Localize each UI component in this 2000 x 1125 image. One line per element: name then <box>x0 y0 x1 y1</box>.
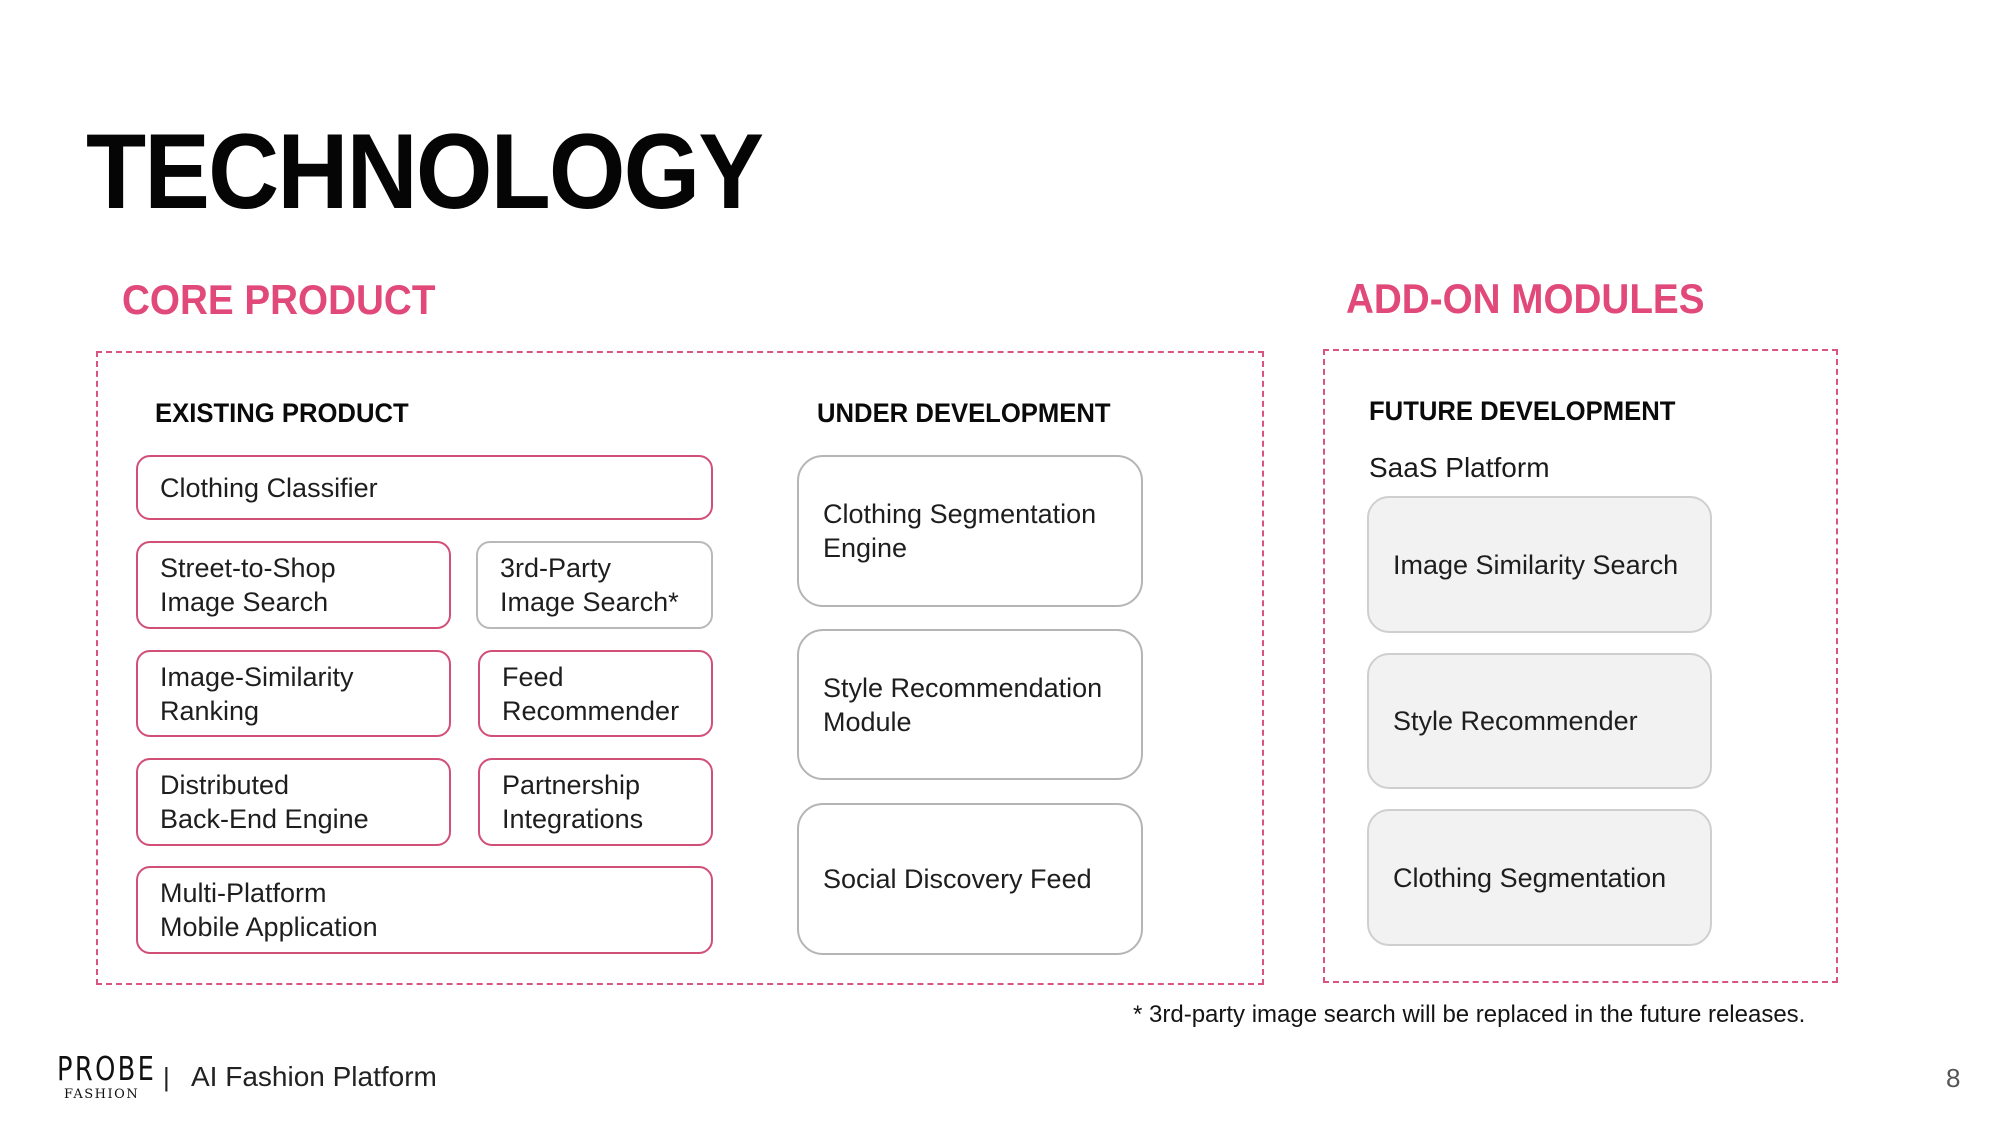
existing-item-third-party-search: 3rd-Party Image Search* <box>476 541 713 629</box>
logo-wordmark: PROBE <box>57 1049 157 1088</box>
existing-item-street-to-shop: Street-to-Shop Image Search <box>136 541 451 629</box>
dev-item-social-discovery-feed: Social Discovery Feed <box>797 803 1143 955</box>
future-item-clothing-segmentation: Clothing Segmentation <box>1367 809 1712 946</box>
footnote: * 3rd-party image search will be replace… <box>1133 1001 1806 1028</box>
page-title: TECHNOLOGY <box>86 111 764 231</box>
core-product-title: CORE PRODUCT <box>122 276 436 323</box>
add-on-modules-title: ADD-ON MODULES <box>1346 275 1705 322</box>
existing-item-distributed-backend: Distributed Back-End Engine <box>136 758 451 846</box>
future-item-style-recommender: Style Recommender <box>1367 653 1712 789</box>
saas-platform-label: SaaS Platform <box>1369 452 1550 483</box>
future-development-heading: FUTURE DEVELOPMENT <box>1369 396 1676 426</box>
page-number: 8 <box>1946 1063 1961 1093</box>
footer-separator: | <box>163 1062 170 1092</box>
existing-item-clothing-classifier: Clothing Classifier <box>136 455 713 520</box>
existing-item-image-similarity-ranking: Image-Similarity Ranking <box>136 650 451 737</box>
future-item-image-similarity-search: Image Similarity Search <box>1367 496 1712 633</box>
under-development-heading: UNDER DEVELOPMENT <box>817 398 1111 428</box>
existing-item-partnership-integrations: Partnership Integrations <box>478 758 713 846</box>
footer-tagline: AI Fashion Platform <box>191 1061 437 1092</box>
dev-item-style-recommendation-module: Style Recommendation Module <box>797 629 1143 780</box>
existing-product-heading: EXISTING PRODUCT <box>155 398 409 428</box>
existing-item-mobile-application: Multi-Platform Mobile Application <box>136 866 713 954</box>
existing-item-feed-recommender: Feed Recommender <box>478 650 713 737</box>
dev-item-clothing-segmentation-engine: Clothing Segmentation Engine <box>797 455 1143 607</box>
